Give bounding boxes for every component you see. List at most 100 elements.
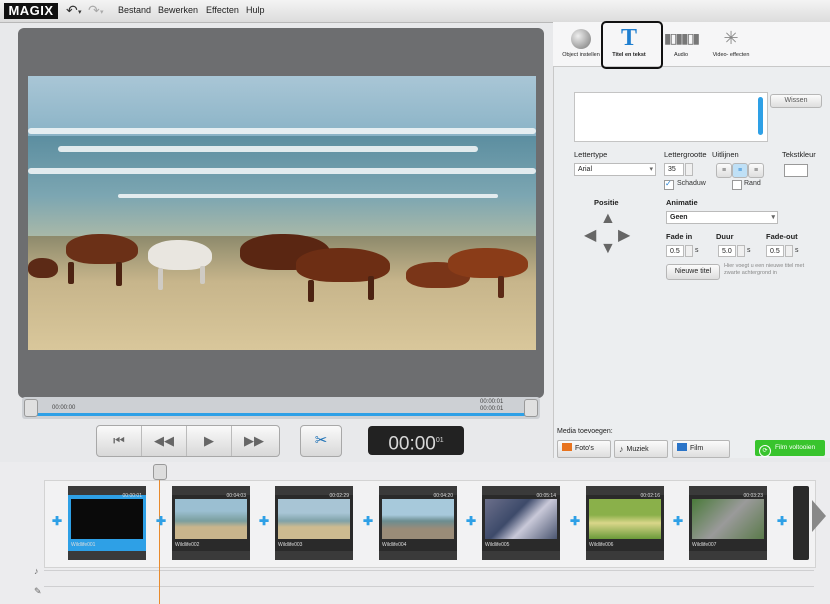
align-left-button[interactable]: ≡	[716, 163, 732, 178]
shadow-checkbox[interactable]: ✓	[664, 179, 674, 190]
add-transition-icon[interactable]: ✚	[466, 515, 476, 527]
scrub-start-handle[interactable]	[24, 399, 38, 417]
title-text-input[interactable]	[574, 92, 768, 142]
film-strip	[275, 551, 353, 560]
add-transition-icon[interactable]: ✚	[52, 515, 62, 527]
waveform-icon: ▮▯▮▮▯▮	[663, 30, 700, 46]
fade-out-unit: s	[795, 247, 799, 254]
film-strip	[68, 551, 146, 560]
storyboard-clip[interactable]: 00:04:03 Wildlife002	[172, 486, 250, 560]
scroll-right-icon[interactable]	[812, 500, 826, 532]
storyboard-clip[interactable]: 00:04:20 Wildlife004	[379, 486, 457, 560]
add-film-label: Film	[690, 445, 704, 452]
transport-controls: ⏮ ◀◀ ▶ ▶▶	[96, 425, 280, 457]
add-transition-icon[interactable]: ✚	[777, 515, 787, 527]
playhead[interactable]	[159, 466, 160, 604]
menu-bestand[interactable]: Bestand	[118, 5, 151, 15]
border-checkbox[interactable]	[732, 180, 742, 190]
horse-shape	[66, 234, 138, 264]
menu-hulp[interactable]: Hulp	[246, 5, 265, 15]
align-center-button[interactable]: ≡	[732, 163, 748, 178]
chevron-down-icon: ▾	[771, 214, 775, 221]
scissors-icon: ✂	[314, 432, 328, 449]
arrow-right-icon[interactable]: ▶	[618, 225, 630, 245]
fade-in-stepper[interactable]	[685, 245, 693, 257]
preview-scrub-bar[interactable]: 00:00:00 00:00:01 00:00:01	[22, 397, 540, 419]
play-button[interactable]: ▶	[187, 426, 232, 456]
rewind-button[interactable]: ◀◀	[142, 426, 187, 456]
menu-bewerken[interactable]: Bewerken	[158, 5, 198, 15]
size-input[interactable]: 35	[664, 163, 684, 176]
size-stepper[interactable]	[685, 163, 693, 176]
sphere-icon	[556, 24, 606, 52]
add-film-button[interactable]: Film	[672, 440, 730, 458]
size-label: Lettergrootte	[664, 150, 707, 159]
clip-name: Wildlife007	[692, 542, 717, 548]
add-photos-button[interactable]: Foto's	[557, 440, 611, 458]
video-wave	[28, 128, 536, 134]
undo-icon[interactable]: ↶	[66, 2, 78, 19]
duration-unit: s	[747, 247, 751, 254]
duration-label: Duur	[716, 232, 734, 241]
playhead-handle[interactable]	[153, 464, 167, 480]
arrow-left-icon[interactable]: ◀	[584, 225, 596, 245]
fade-out-label: Fade-out	[766, 232, 798, 241]
scrub-end-handle[interactable]	[524, 399, 538, 417]
horse-leg	[498, 276, 504, 298]
storyboard-clip[interactable]: 00:03:23 Wildlife007	[689, 486, 767, 560]
tab-label: Object instellen	[562, 52, 600, 58]
storyboard-clip[interactable]: 00:02:16 Wildlife006	[586, 486, 664, 560]
add-music-button[interactable]: ♪ Muziek	[614, 440, 668, 458]
font-label: Lettertype	[574, 150, 608, 159]
menu-effecten[interactable]: Effecten	[206, 5, 239, 15]
add-transition-icon[interactable]: ✚	[259, 515, 269, 527]
duration-stepper[interactable]	[737, 245, 745, 257]
add-transition-icon[interactable]: ✚	[156, 515, 166, 527]
arrow-down-icon[interactable]: ▼	[600, 240, 616, 258]
new-title-button[interactable]: Nieuwe titel	[666, 264, 720, 280]
music-track-icon: ♪	[34, 566, 39, 576]
add-transition-icon[interactable]: ✚	[363, 515, 373, 527]
tab-video-effects[interactable]: ✳ Video- effecten	[706, 24, 756, 64]
animation-select[interactable]: Geen ▾	[666, 211, 778, 224]
storyboard-clip[interactable]: 00:00:01 Wildlife001	[68, 486, 146, 560]
finish-film-button[interactable]: ⟳ Film voltooien	[755, 440, 825, 457]
undo-dropdown-icon[interactable]: ▾	[78, 8, 82, 16]
storyboard-clip[interactable]: 00:02:29 Wildlife003	[275, 486, 353, 560]
storyboard-clip[interactable]: 00:05:14 Wildlife005	[482, 486, 560, 560]
fade-out-stepper[interactable]	[785, 245, 793, 257]
horse-leg	[368, 276, 374, 300]
text-color-swatch[interactable]	[784, 164, 808, 177]
clip-name: Wildlife003	[278, 542, 303, 548]
align-right-button[interactable]: ≡	[748, 163, 764, 178]
add-transition-icon[interactable]: ✚	[673, 515, 683, 527]
clip-thumbnail	[278, 499, 350, 539]
text-scrollbar[interactable]	[758, 97, 763, 135]
voice-track-icon: ✎	[34, 586, 42, 596]
font-value: Arial	[578, 166, 593, 173]
tab-object-settings[interactable]: Object instellen	[556, 24, 606, 64]
storyboard-clip-partial[interactable]	[793, 486, 809, 560]
fast-forward-button[interactable]: ▶▶	[232, 426, 276, 456]
delete-button[interactable]: Wissen	[770, 94, 822, 108]
font-select[interactable]: Arial ▾	[574, 163, 656, 176]
clip-thumbnail	[692, 499, 764, 539]
finish-film-label: Film voltooien	[775, 444, 816, 451]
timecode-frames: 01	[435, 437, 444, 444]
align-left-icon: ≡	[721, 167, 727, 174]
redo-icon[interactable]: ↷	[88, 2, 100, 19]
duration-input[interactable]: 5.0	[718, 245, 736, 257]
video-frame	[28, 76, 536, 350]
border-label: Rand	[744, 180, 761, 187]
redo-dropdown-icon[interactable]: ▾	[100, 8, 104, 16]
tab-audio[interactable]: ▮▯▮▮▯▮ Audio	[656, 24, 706, 64]
arrow-up-icon[interactable]: ▲	[600, 210, 616, 228]
timecode-display: 00:0001	[368, 426, 464, 455]
film-strip	[689, 551, 767, 560]
new-title-hint: Hier voegt u een nieuwe titel met zwarte…	[724, 263, 805, 276]
split-scene-button[interactable]: ✂	[300, 425, 342, 457]
go-to-start-button[interactable]: ⏮	[97, 426, 142, 456]
fade-out-input[interactable]: 0.5	[766, 245, 784, 257]
fade-in-input[interactable]: 0.5	[666, 245, 684, 257]
add-transition-icon[interactable]: ✚	[570, 515, 580, 527]
